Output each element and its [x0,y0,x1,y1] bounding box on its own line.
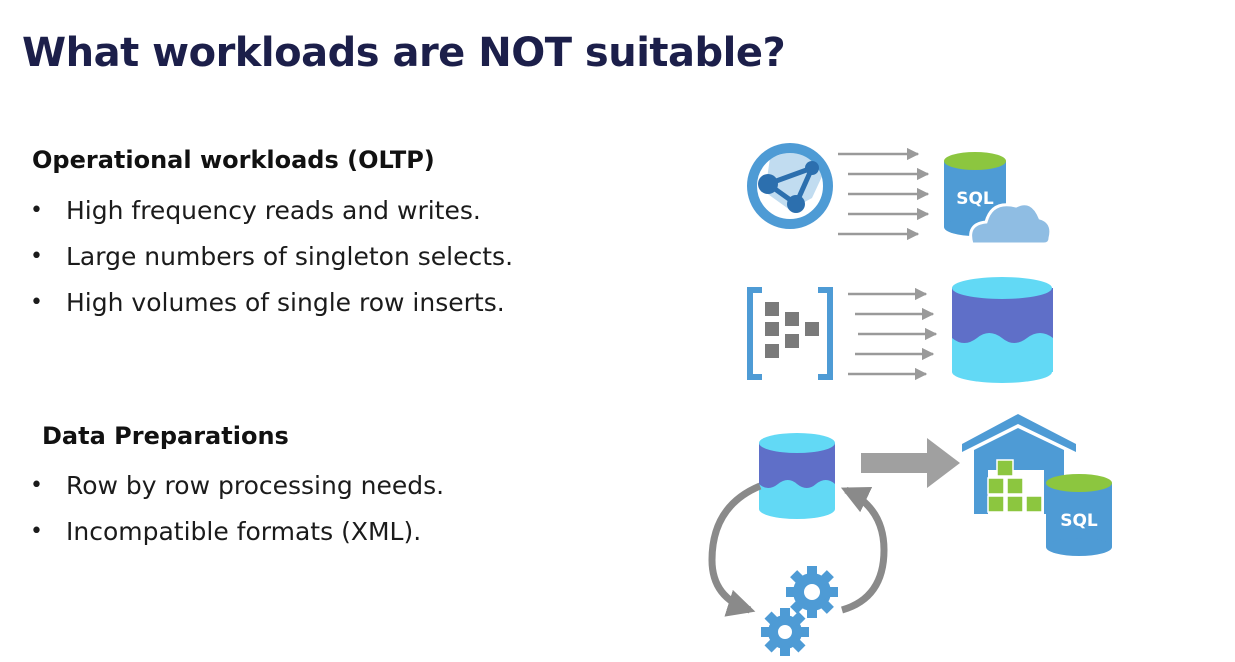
arrow-group-1 [838,147,930,241]
workload-illustration: SQL SQL [708,143,1112,656]
section-heading-oltp: Operational workloads (OLTP) [32,146,435,174]
list-item: High volumes of single row inserts. [30,284,530,322]
sql-label: SQL [956,189,994,209]
database-icon [952,277,1053,383]
etl-database-icon [759,433,835,519]
section-heading-data-preparations: Data Preparations [42,422,289,450]
arrow-group-2 [848,287,938,381]
list-item: Large numbers of singleton selects. [30,238,530,276]
big-arrow-icon [861,438,960,488]
sql-label: SQL [1060,511,1098,531]
network-globe-icon [747,143,833,229]
data-prep-bullet-list: Row by row processing needs. Incompatibl… [30,467,550,559]
gears-icon [761,566,838,656]
list-item: High frequency reads and writes. [30,192,530,230]
slide-title: What workloads are NOT suitable? [22,30,786,76]
stream-analytics-icon [747,287,833,380]
list-item: Row by row processing needs. [30,467,550,505]
list-item: Incompatible formats (XML). [30,513,550,551]
sql-database-icon: SQL [1046,474,1112,556]
oltp-bullet-list: High frequency reads and writes. Large n… [30,192,530,330]
